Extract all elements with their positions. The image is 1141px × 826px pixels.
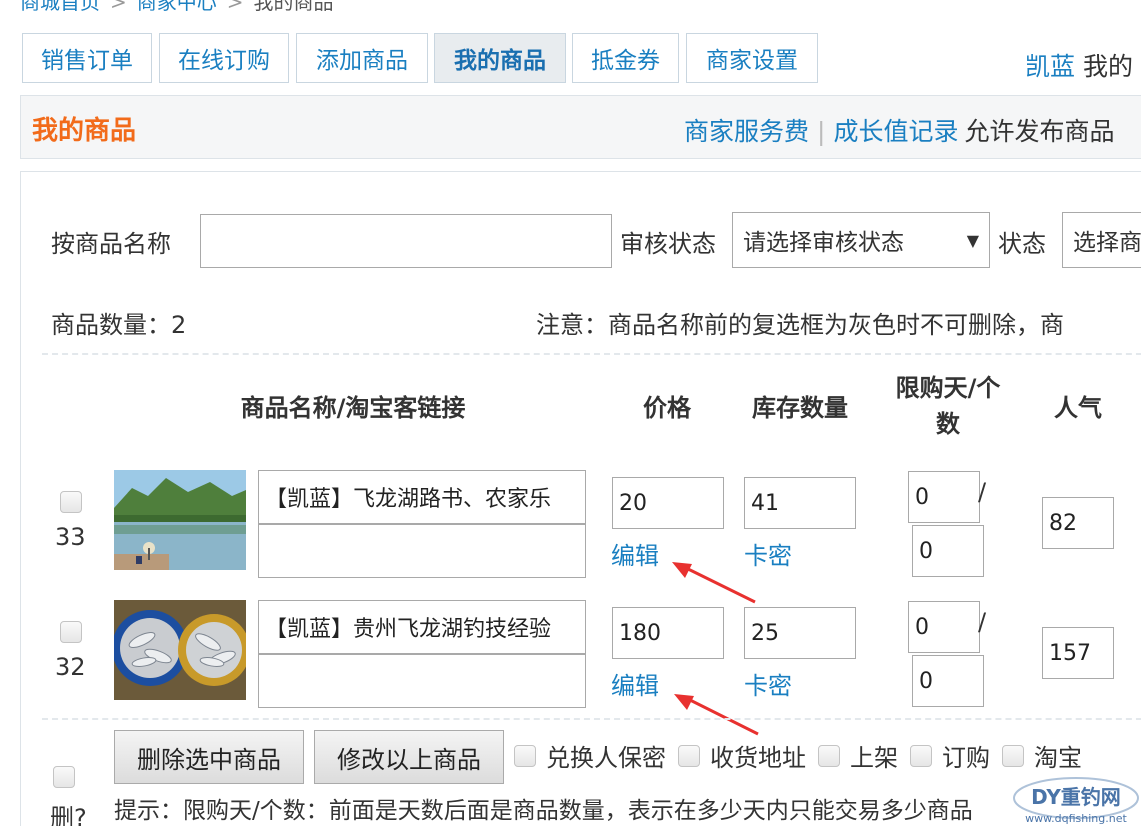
modify-products-button[interactable]: 修改以上商品 — [314, 730, 504, 784]
name-filter-input[interactable] — [200, 214, 612, 268]
option-label: 订购 — [942, 744, 990, 772]
annotation-arrow-head — [672, 562, 692, 578]
annotation-arrows — [672, 562, 759, 736]
product-name-input[interactable]: 【凯蓝】飞龙湖路书、农家乐 — [258, 470, 586, 524]
tab-coupons[interactable]: 抵金券 — [572, 33, 679, 83]
row-checkbox[interactable] — [60, 491, 82, 513]
annotation-arrow-head — [674, 694, 694, 710]
product-thumbnail-lake[interactable] — [114, 470, 246, 570]
audit-status-select[interactable]: 请选择审核状态 ▼ — [732, 212, 990, 268]
taobao-link-input[interactable] — [258, 524, 586, 578]
page-title: 我的商品 — [32, 116, 137, 146]
popularity-input[interactable]: 157 — [1042, 627, 1114, 679]
option-on-shelf[interactable]: 上架 — [818, 738, 898, 773]
delete-note: 注意：商品名称前的复选框为灰色时不可删除，商 — [536, 311, 1064, 339]
limit-separator: / — [978, 608, 987, 636]
user-menu-label[interactable]: 我的 — [1083, 52, 1133, 81]
watermark-url: www.dqfishing.net — [1025, 812, 1127, 825]
tab-sales-orders[interactable]: 销售订单 — [22, 33, 152, 83]
limit-days-input[interactable]: 0 — [908, 471, 980, 523]
price-input[interactable]: 20 — [612, 477, 724, 529]
delete-column-label: 删? — [50, 804, 87, 826]
select-all-checkbox[interactable] — [53, 766, 75, 788]
product-count: 商品数量：2 — [51, 311, 187, 339]
link-divider: | — [817, 117, 826, 146]
stock-input[interactable]: 41 — [744, 477, 856, 529]
breadcrumb: 商城首页 > 商家中心 > 我的商品 — [20, 0, 334, 15]
breadcrumb-separator: > — [110, 0, 127, 14]
option-taobao[interactable]: 淘宝 — [1002, 738, 1082, 773]
status-label: 状态 — [998, 230, 1046, 258]
edit-link[interactable]: 编辑 — [611, 536, 659, 571]
edit-link[interactable]: 编辑 — [611, 666, 659, 701]
tab-merchant-settings[interactable]: 商家设置 — [686, 33, 818, 83]
limit-tip: 提示：限购天/个数：前面是天数后面是商品数量，表示在多少天内只能交易多少商品 — [114, 798, 973, 824]
audit-status-label: 审核状态 — [620, 230, 716, 258]
option-label: 收货地址 — [710, 744, 806, 772]
popularity-input[interactable]: 82 — [1042, 497, 1114, 549]
taobao-link-input[interactable] — [258, 654, 586, 708]
limit-days-input[interactable]: 0 — [908, 601, 980, 653]
product-thumbnail-fish[interactable] — [114, 600, 246, 700]
column-header-popularity: 人气 — [1054, 394, 1102, 422]
annotation-arrow-line — [681, 564, 756, 604]
name-filter-label: 按商品名称 — [51, 230, 171, 258]
column-header-limit-line1: 限购天/个 — [895, 374, 1001, 402]
product-id: 33 — [55, 523, 86, 551]
tab-online-order[interactable]: 在线订购 — [159, 33, 289, 83]
option-order[interactable]: 订购 — [910, 738, 990, 773]
column-header-price: 价格 — [643, 394, 691, 422]
header-links: 商家服务费 | 成长值记录 允许发布商品 — [684, 112, 1114, 148]
watermark: DY重钓网 www.dqfishing.net — [1010, 774, 1141, 826]
breadcrumb-home[interactable]: 商城首页 — [20, 0, 100, 14]
column-header-limit-line2: 数 — [936, 410, 960, 438]
status-select[interactable]: 选择商 — [1062, 212, 1141, 268]
option-checkbox[interactable] — [910, 744, 932, 767]
limit-count-input[interactable]: 0 — [912, 525, 984, 577]
breadcrumb-current: 我的商品 — [253, 0, 334, 14]
column-header-limit: 限购天/个 数 — [876, 370, 1020, 442]
option-checkbox[interactable] — [514, 744, 536, 767]
annotation-arrow-line — [685, 696, 759, 736]
breadcrumb-separator: > — [226, 0, 244, 14]
growth-record-link[interactable]: 成长值记录 — [833, 117, 958, 146]
column-header-stock: 库存数量 — [752, 394, 848, 422]
divider — [42, 353, 1141, 355]
dropdown-arrow-icon: ▼ — [966, 230, 979, 250]
option-label: 兑换人保密 — [546, 744, 666, 772]
watermark-brand: DY重钓网 — [1031, 785, 1121, 809]
service-fee-link[interactable]: 商家服务费 — [684, 117, 809, 146]
option-label: 淘宝 — [1034, 744, 1082, 772]
allow-publish-text: 允许发布商品 — [964, 117, 1115, 146]
option-label: 上架 — [850, 744, 898, 772]
status-value: 选择商 — [1073, 230, 1141, 256]
option-checkbox[interactable] — [678, 744, 700, 767]
user-name-link[interactable]: 凯蓝 — [1025, 52, 1075, 81]
option-buyer-privacy[interactable]: 兑换人保密 — [514, 738, 666, 773]
breadcrumb-center[interactable]: 商家中心 — [137, 0, 217, 14]
column-header-name: 商品名称/淘宝客链接 — [240, 394, 466, 422]
option-checkbox[interactable] — [818, 744, 840, 767]
audit-status-value: 请选择审核状态 — [743, 230, 904, 256]
limit-count-input[interactable]: 0 — [912, 655, 984, 707]
divider — [42, 718, 1141, 720]
tab-my-products[interactable]: 我的商品 — [434, 33, 566, 83]
product-id: 32 — [55, 653, 86, 681]
option-shipping-address[interactable]: 收货地址 — [678, 738, 806, 773]
batch-options: 兑换人保密 收货地址 上架 订购 淘宝 — [514, 738, 1094, 773]
delete-selected-button[interactable]: 删除选中商品 — [114, 730, 304, 784]
product-name-input[interactable]: 【凯蓝】贵州飞龙湖钓技经验 — [258, 600, 586, 654]
limit-separator: / — [978, 478, 987, 506]
row-checkbox[interactable] — [60, 621, 82, 643]
user-area: 凯蓝 我的 — [1025, 47, 1133, 83]
tab-add-product[interactable]: 添加商品 — [296, 33, 428, 83]
option-checkbox[interactable] — [1002, 744, 1024, 767]
